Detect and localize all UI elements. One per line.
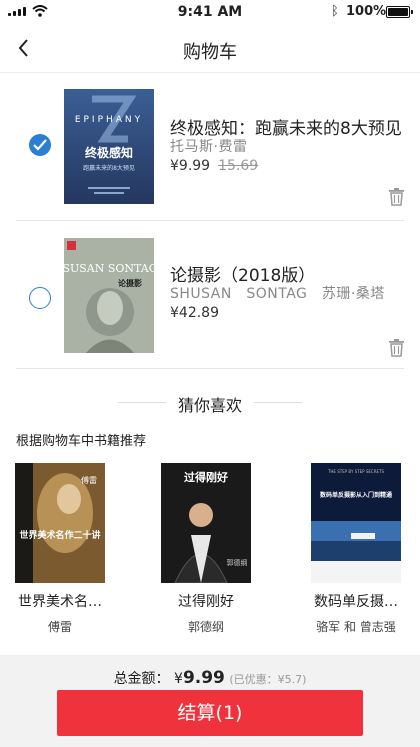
checkmark-icon — [33, 139, 47, 151]
recommend-book-author: 骆军 和 曾志强 — [316, 620, 396, 634]
price-current: ¥9.99 — [170, 158, 211, 174]
book-author: 托马斯·费雷 — [170, 139, 248, 155]
cover-title: 论摄影 — [118, 278, 142, 288]
cover-title: 过得刚好 — [184, 470, 228, 484]
cart-item: EPIPHANY 终极感知 跑赢未来的8大预见 终极感知：跑赢未来的8大预见 托… — [16, 72, 404, 221]
cover-title: 终极感知 — [85, 145, 133, 160]
recommend-book[interactable]: THE STEP BY STEP SECRETS 数码单反摄影从入门到精通 数码… — [296, 463, 416, 635]
trash-icon[interactable] — [389, 188, 404, 206]
recommend-book-author: 郭德纲 — [187, 620, 224, 634]
cover-top-text: EPIPHANY — [75, 115, 143, 125]
recommend-book-title[interactable]: 数码单反摄… — [296, 591, 416, 611]
recommend-header: 猜你喜欢 — [0, 392, 420, 415]
trash-icon[interactable] — [389, 339, 404, 357]
recommend-book-cover[interactable]: 傅雷 世界美术名作二十讲 — [15, 463, 105, 583]
cover-author: 傅雷 — [81, 475, 97, 485]
cover-tagline: THE STEP BY STEP SECRETS — [327, 469, 384, 474]
book-price: ¥9.99 15.69 — [170, 158, 258, 174]
bluetooth-icon: ᛒ — [331, 4, 339, 19]
book-cover-sontag[interactable]: SUSAN SONTAG 论摄影 — [62, 238, 158, 353]
checkout-button[interactable]: 结算(1) — [57, 690, 363, 736]
recommend-book[interactable]: 傅雷 世界美术名作二十讲 世界美术名… 傅雷 — [0, 463, 120, 635]
battery-icon — [386, 6, 413, 18]
recommend-book-title[interactable]: 世界美术名… — [0, 591, 120, 611]
price-original: 15.69 — [218, 158, 259, 174]
page-title: 购物车 — [183, 42, 237, 63]
recommend-book-cover[interactable]: 过得刚好 郭德纲 — [161, 463, 251, 583]
item-checkbox-checked[interactable] — [29, 134, 51, 156]
cover-title: 数码单反摄影从入门到精通 — [320, 491, 392, 499]
book-price: ¥42.89 — [170, 305, 219, 321]
recommend-title: 猜你喜欢 — [177, 396, 242, 415]
book-cover-epiphany[interactable]: EPIPHANY 终极感知 跑赢未来的8大预见 — [64, 89, 154, 204]
price-current: ¥42.89 — [170, 305, 219, 321]
total-label: 总金额： — [113, 671, 170, 687]
recommend-book[interactable]: 过得刚好 郭德纲 过得刚好 郭德纲 — [146, 463, 266, 635]
discount-text: (已优惠：¥5.7) — [229, 673, 307, 686]
recommend-book-author: 傅雷 — [47, 620, 72, 634]
cart-item: SUSAN SONTAG 论摄影 论摄影（2018版） SHUSAN SONTA… — [16, 221, 404, 369]
recommend-subtitle: 根据购物车中书籍推荐 — [16, 434, 147, 449]
total-amount: 9.99 — [182, 668, 225, 688]
divider — [254, 402, 302, 403]
recommend-book-title[interactable]: 过得刚好 — [146, 591, 266, 611]
nav-bar: 购物车 — [0, 24, 420, 73]
cover-subtitle: 跑赢未来的8大预见 — [83, 164, 135, 172]
cover-author: 郭德纲 — [227, 558, 248, 567]
checkout-bar: 总金额： ¥9.99 (已优惠：¥5.7) 结算(1) — [0, 655, 420, 747]
cover-top-text: SUSAN SONTAG — [64, 262, 154, 275]
book-author: SHUSAN SONTAG 苏珊·桑塔 — [170, 286, 385, 302]
item-checkbox-unchecked[interactable] — [29, 287, 51, 309]
total-summary: 总金额： ¥9.99 (已优惠：¥5.7) — [0, 668, 420, 688]
cover-title: 世界美术名作二十讲 — [19, 529, 100, 541]
status-bar: 9:41 AM ᛒ 100% — [0, 0, 420, 24]
recommend-book-cover[interactable]: THE STEP BY STEP SECRETS 数码单反摄影从入门到精通 — [311, 463, 401, 583]
currency-symbol: ¥ — [174, 671, 183, 687]
battery-percent: 100% — [346, 4, 387, 19]
